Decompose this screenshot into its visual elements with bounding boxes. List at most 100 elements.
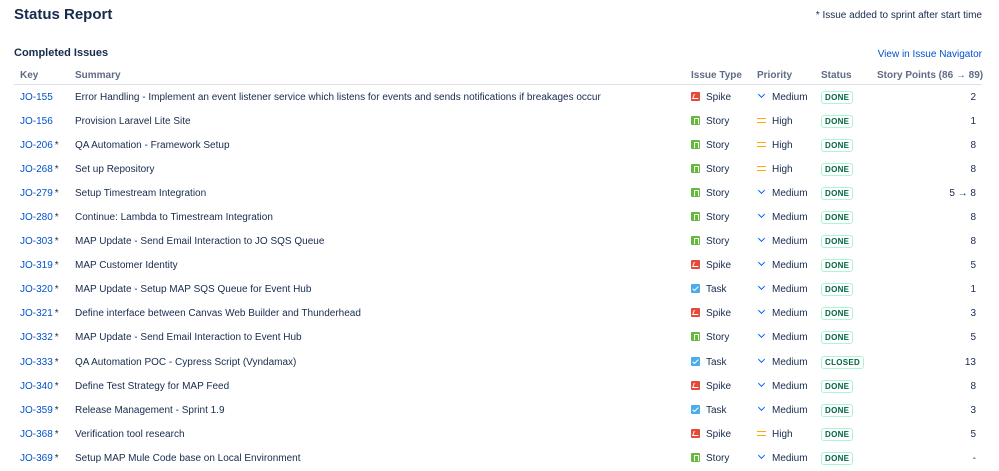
issue-summary: QA Automation - Framework Setup [75,139,230,151]
priority-cell: Medium [751,398,815,422]
task-icon [691,284,700,294]
status-badge: DONE [821,283,854,297]
issue-key-link[interactable]: JO-206 [20,140,53,151]
issue-key-cell: JO-268 * [14,157,69,181]
priority-high-icon [757,429,766,438]
issue-summary: Continue: Lambda to Timestream Integrati… [75,212,273,224]
issue-type-label: Story [706,115,730,127]
story-points: 8 [970,236,976,248]
issue-key-link[interactable]: JO-279 [20,188,53,199]
issue-type-cell: Task [685,278,751,302]
issue-key-cell: JO-279 * [14,181,69,205]
added-after-start-marker: * [54,236,59,248]
issue-type-cell: Spike [685,85,751,110]
added-after-start-marker: * [54,404,59,416]
issue-summary: MAP Update - Send Email Interaction to E… [75,332,302,344]
table-row[interactable]: JO-320 * MAP Update - Setup MAP SQS Queue… [14,278,982,302]
added-after-start-marker: * [54,284,59,296]
table-row[interactable]: JO-332 * MAP Update - Send Email Interact… [14,326,982,350]
story-points: 5 [970,260,976,272]
column-header-status[interactable]: Status [815,67,871,85]
table-row[interactable]: JO-155 Error Handling - Implement an eve… [14,85,982,110]
issue-key-link[interactable]: JO-368 [20,429,53,440]
column-header-story-points[interactable]: Story Points (86 → 89) [871,67,983,85]
priority-cell: Medium [751,278,815,302]
added-after-start-marker: * [54,139,59,151]
issue-summary: Release Management - Sprint 1.9 [75,404,225,416]
status-badge: DONE [821,451,854,465]
story-icon [691,139,700,149]
issue-key-link[interactable]: JO-320 [20,284,53,295]
column-header-summary[interactable]: Summary [69,67,685,85]
status-badge: DONE [821,114,854,128]
issue-key-link[interactable]: JO-359 [20,405,53,416]
table-row[interactable]: JO-206 * QA Automation - Framework Setup … [14,133,982,157]
table-row[interactable]: JO-359 * Release Management - Sprint 1.9 … [14,398,982,422]
issue-summary: Error Handling - Implement an event list… [75,91,601,103]
issue-key-link[interactable]: JO-321 [20,308,53,319]
table-row[interactable]: JO-340 * Define Test Strategy for MAP Fee… [14,374,982,398]
table-row[interactable]: JO-319 * MAP Customer Identity Spike Medi… [14,254,982,278]
issue-summary: Define interface between Canvas Web Buil… [75,308,361,320]
priority-medium-icon [757,188,766,197]
priority-medium-icon [757,260,766,269]
status-badge: DONE [821,427,854,441]
table-header-row: Key Summary Issue Type Priority Status S… [14,67,983,85]
table-row[interactable]: JO-321 * Define interface between Canvas … [14,302,982,326]
issue-type-label: Spike [706,308,732,320]
issue-key-cell: JO-333 * [14,350,69,374]
priority-label: Medium [772,91,808,103]
column-header-issue-type[interactable]: Issue Type [685,67,751,85]
table-row[interactable]: JO-368 * Verification tool research Spike… [14,422,982,446]
story-icon [691,452,700,462]
priority-label: Medium [772,284,808,296]
priority-medium-icon [757,453,766,462]
story-points: 8 [970,139,976,151]
column-header-key[interactable]: Key [14,67,69,85]
issue-type-label: Story [706,452,730,464]
status-cell: DONE [815,109,871,133]
story-points: 13 [964,356,976,368]
section-title: Completed Issues [14,47,109,59]
issue-summary: MAP Customer Identity [75,260,178,272]
issue-type-cell: Spike [685,302,751,326]
issue-key-link[interactable]: JO-333 [20,357,53,368]
status-cell: DONE [815,374,871,398]
issue-key-link[interactable]: JO-319 [20,260,53,271]
issue-key-link[interactable]: JO-268 [20,164,53,175]
status-badge: DONE [821,331,854,345]
table-row[interactable]: JO-280 * Continue: Lambda to Timestream I… [14,205,982,229]
table-row[interactable]: JO-333 * QA Automation POC - Cypress Scri… [14,350,982,374]
priority-cell: Medium [751,326,815,350]
table-row[interactable]: JO-303 * MAP Update - Send Email Interact… [14,230,982,254]
status-badge: DONE [821,138,854,152]
added-after-start-marker: * [54,212,59,224]
priority-label: Medium [772,356,808,368]
issue-key-link[interactable]: JO-340 [20,381,53,392]
table-row[interactable]: JO-156 Provision Laravel Lite Site Story… [14,109,982,133]
issue-type-cell: Story [685,326,751,350]
story-points: 5 [970,428,976,440]
status-cell: DONE [815,181,871,205]
issue-key-link[interactable]: JO-332 [20,332,53,343]
issue-type-label: Task [706,356,727,368]
priority-cell: Medium [751,205,815,229]
issue-key-link[interactable]: JO-155 [20,92,53,103]
column-header-priority[interactable]: Priority [751,67,815,85]
issue-key-link[interactable]: JO-369 [20,453,53,464]
issue-summary: Define Test Strategy for MAP Feed [75,380,230,392]
issue-key-link[interactable]: JO-303 [20,236,53,247]
view-in-issue-navigator-link[interactable]: View in Issue Navigator [878,49,982,60]
status-badge: DONE [821,235,854,249]
issue-key-cell: JO-156 [14,109,69,133]
issue-key-cell: JO-319 * [14,254,69,278]
priority-label: Medium [772,452,808,464]
priority-cell: Medium [751,254,815,278]
spike-icon [691,260,700,270]
added-after-start-marker: * [54,187,59,199]
issue-key-cell: JO-280 * [14,205,69,229]
table-row[interactable]: JO-279 * Setup Timestream Integration Sto… [14,181,982,205]
issue-key-link[interactable]: JO-280 [20,212,53,223]
issue-key-link[interactable]: JO-156 [20,116,53,127]
table-row[interactable]: JO-268 * Set up Repository Story High DON… [14,157,982,181]
